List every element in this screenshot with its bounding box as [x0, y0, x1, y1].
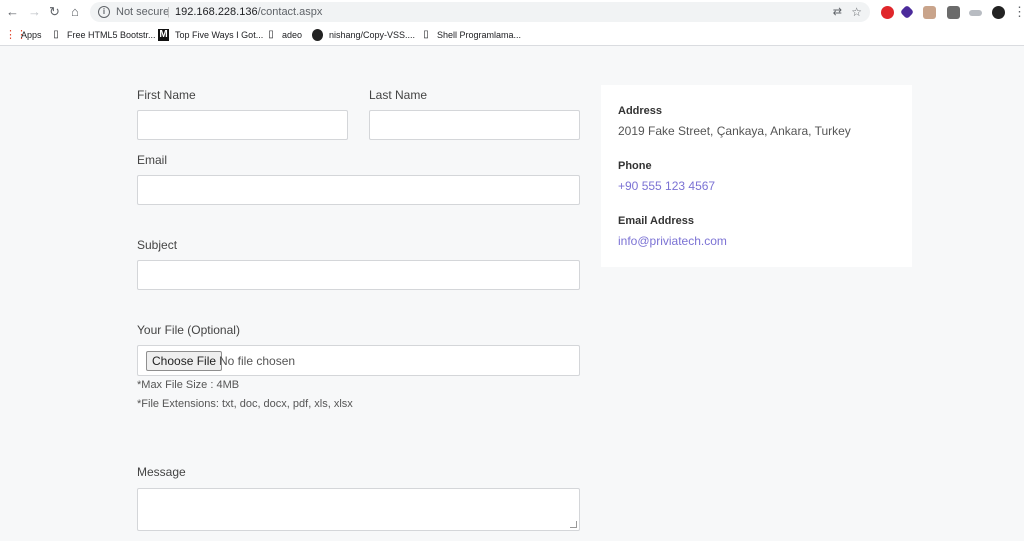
message-label: Message — [137, 465, 186, 479]
bookmark-label: Shell Programlama... — [437, 30, 522, 40]
bookmark-item[interactable]: nishang/Copy-VSS.... — [312, 29, 415, 41]
browser-toolbar: ← → ↻ ⌂ i Not secure | 192.168.228.136/c… — [0, 0, 1024, 24]
url-text: 192.168.228.136/contact.aspx — [175, 2, 322, 22]
subject-label: Subject — [137, 238, 178, 252]
medium-logo-icon: M — [158, 29, 169, 41]
translate-icon[interactable]: ⇄ — [833, 2, 842, 22]
bookmark-item[interactable]: M Top Five Ways I Got... — [158, 29, 263, 41]
url-path: /contact.aspx — [257, 6, 323, 18]
bookmark-item[interactable]: ▯ adeo — [266, 29, 302, 41]
phone-link[interactable]: +90 555 123 4567 — [618, 179, 715, 193]
first-name-input[interactable] — [137, 110, 348, 140]
email-link[interactable]: info@priviatech.com — [618, 234, 727, 248]
email-address-heading: Email Address — [618, 215, 695, 227]
file-label: Your File (Optional) — [137, 323, 240, 337]
pdf-extension-icon[interactable] — [923, 6, 936, 19]
last-name-input[interactable] — [369, 110, 580, 140]
back-arrow-icon[interactable]: ← — [6, 4, 19, 20]
address-heading: Address — [618, 105, 663, 117]
max-file-size-note: *Max File Size : 4MB — [137, 379, 240, 391]
forward-arrow-icon[interactable]: → — [28, 4, 41, 20]
contact-info-card: Address 2019 Fake Street, Çankaya, Ankar… — [601, 85, 912, 267]
page-icon: ▯ — [53, 29, 59, 40]
bookmark-label: Free HTML5 Bootstr... — [67, 30, 156, 40]
apps-grid-icon: ⋮⋮ — [5, 29, 27, 41]
dark-extension-icon[interactable] — [992, 6, 1005, 19]
bookmarks-bar: ⋮⋮Apps ▯ Free HTML5 Bootstr... M Top Five … — [0, 24, 1024, 46]
github-logo-icon — [312, 29, 323, 41]
email-label: Email — [137, 153, 168, 167]
bookmark-apps[interactable]: ⋮⋮Apps — [5, 29, 42, 41]
file-extensions-note: *File Extensions: txt, doc, docx, pdf, x… — [137, 398, 353, 410]
page-icon: ▯ — [268, 29, 274, 40]
first-name-label: First Name — [137, 88, 196, 102]
address-text: 2019 Fake Street, Çankaya, Ankara, Turke… — [618, 124, 851, 138]
bookmark-label: adeo — [282, 30, 303, 40]
reload-icon[interactable]: ↻ — [49, 4, 60, 20]
bookmark-label: Top Five Ways I Got... — [175, 30, 264, 40]
wave-extension-icon[interactable] — [969, 10, 982, 16]
file-status-text: No file chosen — [219, 354, 296, 368]
resize-handle-icon[interactable] — [570, 521, 577, 528]
choose-file-button[interactable]: Choose File — [146, 351, 223, 371]
menu-icon[interactable]: ⋮ — [1013, 4, 1024, 20]
url-host: 192.168.228.136 — [175, 6, 258, 18]
bookmark-item[interactable]: ▯ Shell Programlama... — [421, 29, 521, 41]
security-label: Not secure — [116, 6, 170, 18]
subject-input[interactable] — [137, 260, 580, 290]
omnibox-separator: | — [167, 6, 170, 18]
message-textarea[interactable] — [137, 488, 580, 531]
address-bar[interactable]: i Not secure | 192.168.228.136/contact.a… — [90, 2, 870, 22]
hexagon-extension-icon[interactable] — [899, 4, 915, 20]
file-input[interactable]: Choose File No file chosen — [137, 345, 580, 376]
info-icon[interactable]: i — [98, 6, 110, 18]
last-name-label: Last Name — [369, 88, 428, 102]
phone-heading: Phone — [618, 160, 652, 172]
grid-extension-icon[interactable] — [947, 6, 960, 19]
star-icon[interactable]: ☆ — [851, 2, 862, 22]
contact-page: First Name Last Name Email Subject Your … — [0, 47, 1024, 541]
bookmark-label: nishang/Copy-VSS.... — [329, 30, 416, 40]
email-input[interactable] — [137, 175, 580, 205]
home-icon[interactable]: ⌂ — [71, 4, 79, 20]
bookmark-label: Apps — [21, 30, 42, 40]
opera-extension-icon[interactable] — [881, 6, 894, 19]
bookmark-item[interactable]: ▯ Free HTML5 Bootstr... — [51, 29, 156, 41]
page-icon: ▯ — [423, 29, 429, 40]
